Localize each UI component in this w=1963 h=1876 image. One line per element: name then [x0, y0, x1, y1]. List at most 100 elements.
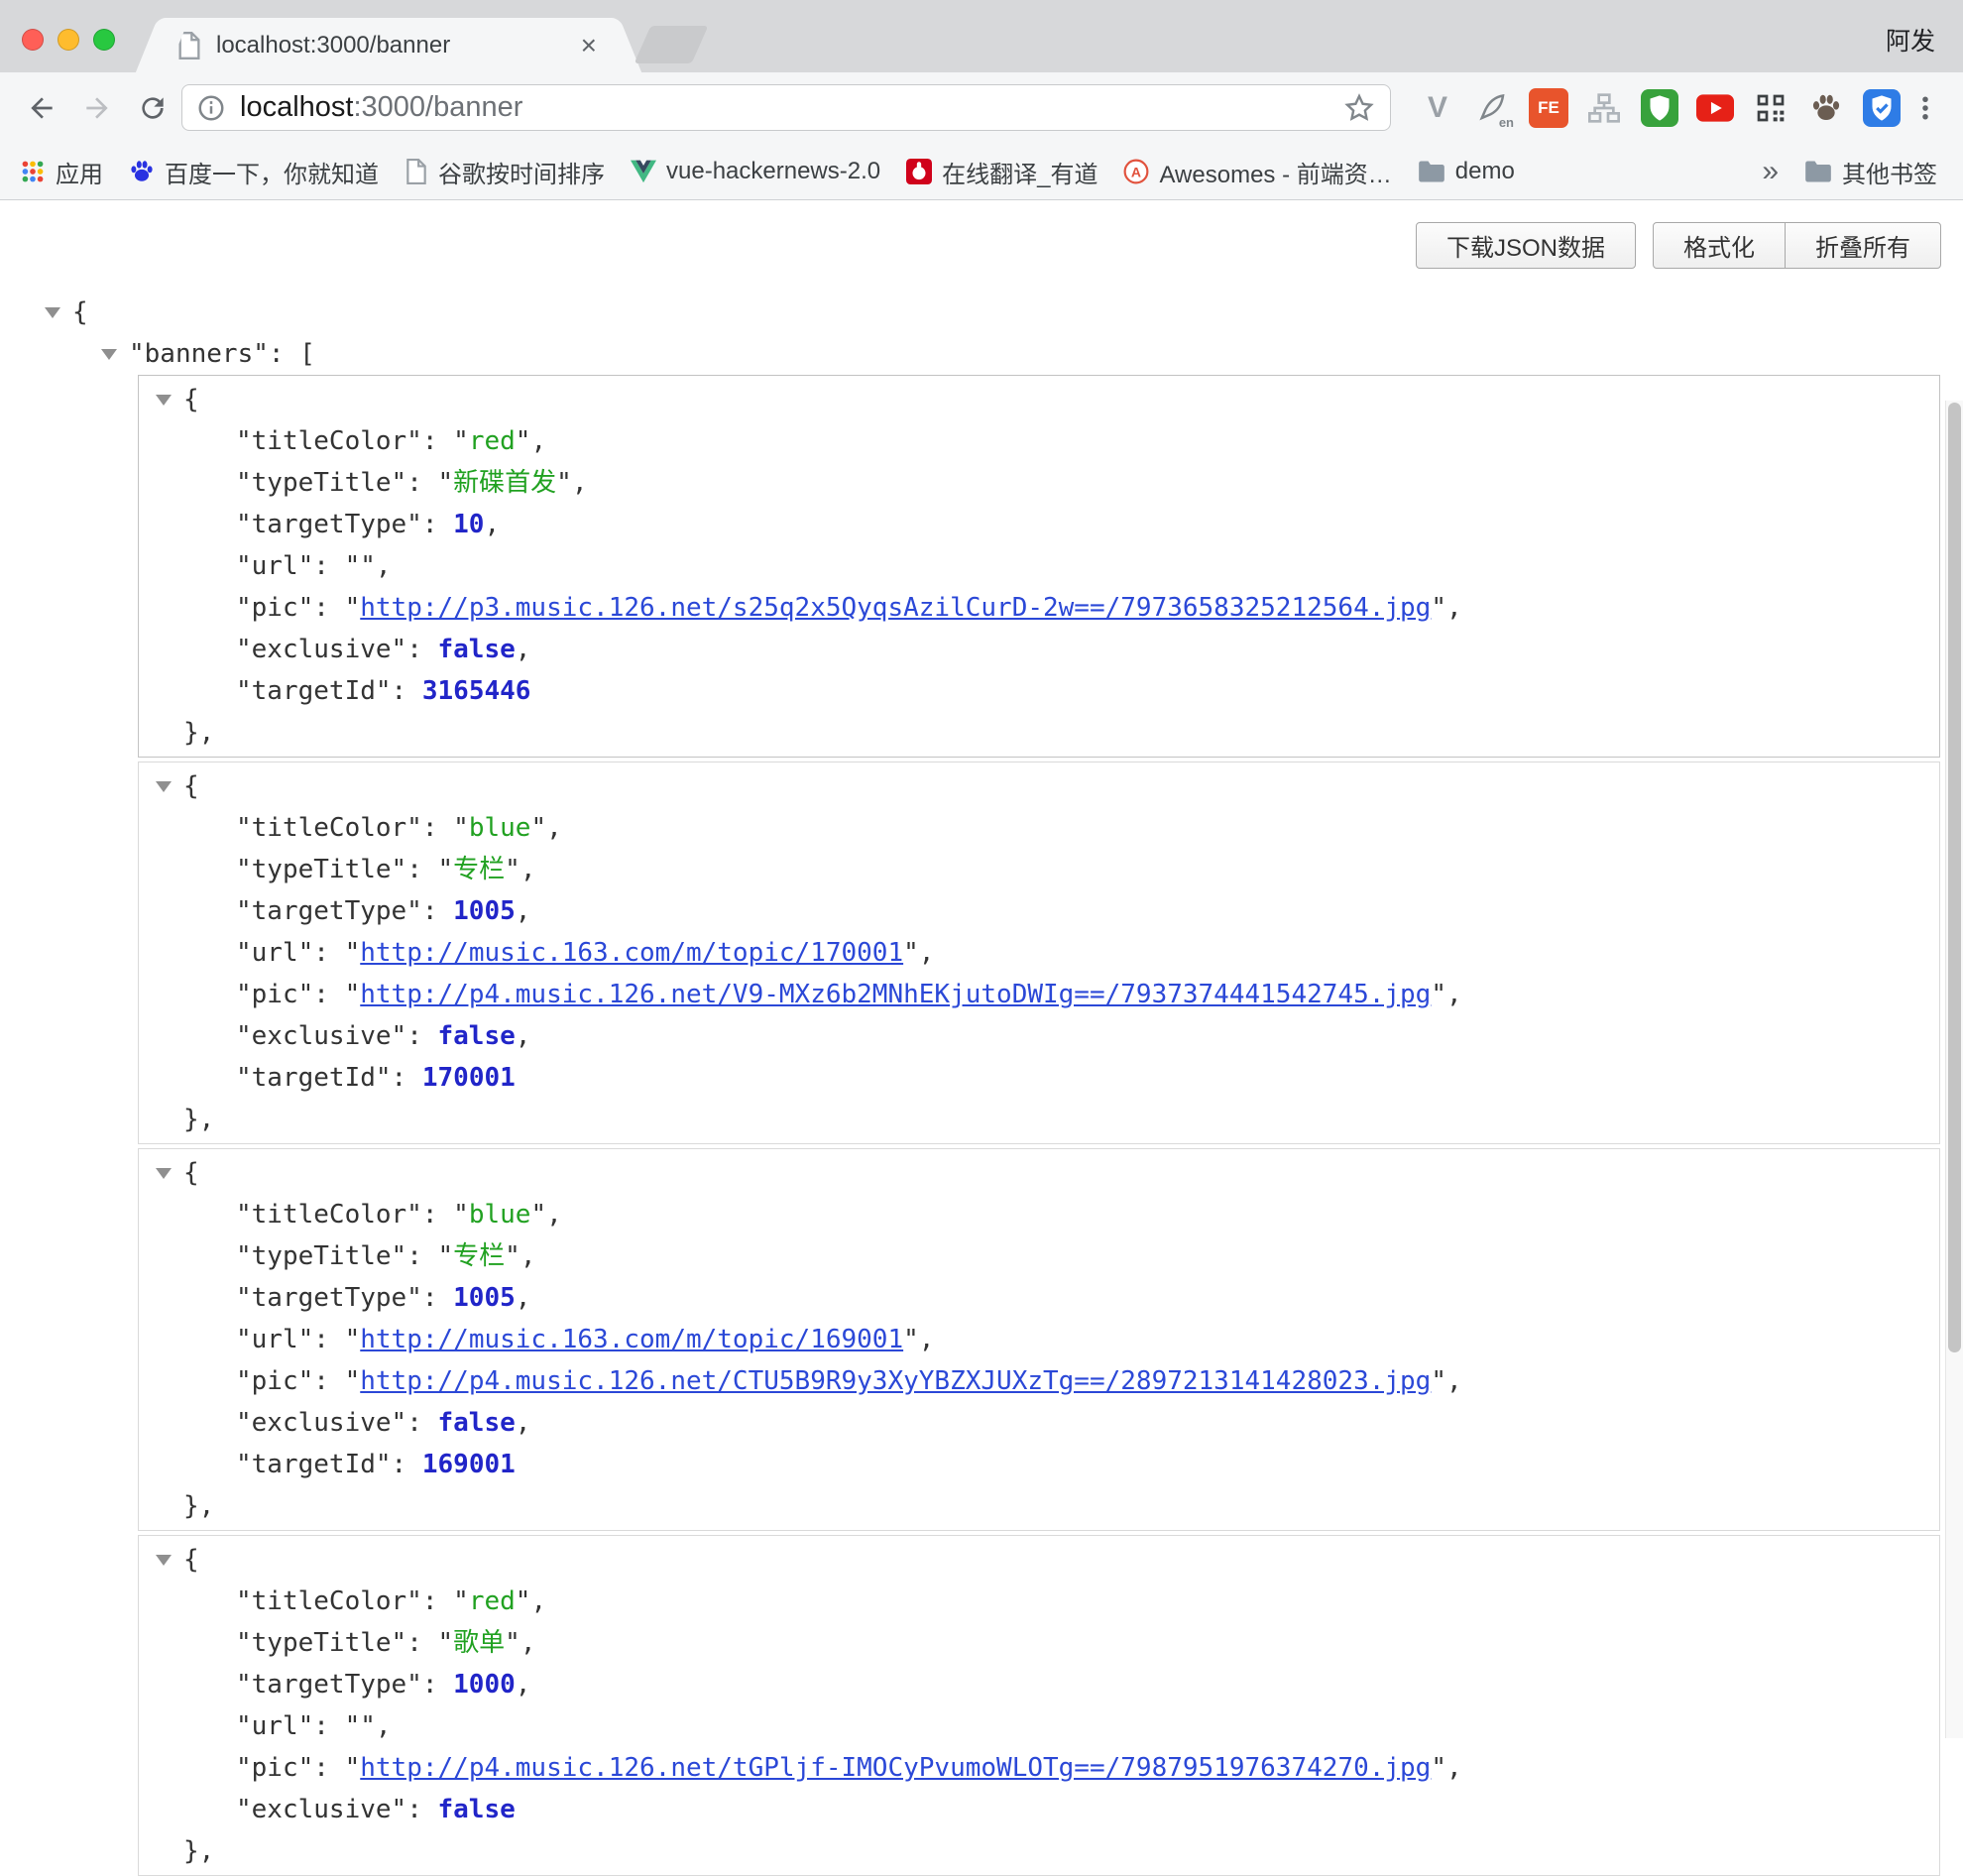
url-text[interactable]: localhost:3000/banner	[240, 91, 1342, 124]
profile-name[interactable]: 阿发	[1886, 22, 1935, 58]
new-tab-button[interactable]	[635, 26, 709, 63]
browser-toolbar: localhost:3000/banner Ven FE	[0, 72, 1963, 144]
json-tree: {"banners": [{"titleColor": "red","typeT…	[0, 200, 1963, 1876]
fehelper-icon[interactable]: FE	[1529, 88, 1568, 128]
page-content: 下载JSON数据 格式化 折叠所有 {"banners": [{"titleCo…	[0, 200, 1963, 1738]
scrollbar-thumb[interactable]	[1948, 403, 1961, 1352]
json-object-box: {"titleColor": "red","typeTitle": "歌单","…	[138, 1535, 1940, 1876]
minimize-window-button[interactable]	[58, 29, 79, 51]
address-bar[interactable]: localhost:3000/banner	[181, 84, 1391, 131]
forward-icon[interactable]	[69, 80, 125, 136]
chrome-menu-icon[interactable]	[1904, 72, 1947, 144]
json-url-link[interactable]: http://p4.music.126.net/CTU5B9R9y3XyYBZX…	[360, 1366, 1431, 1396]
json-line: "titleColor": "blue",	[139, 807, 1939, 849]
youtube-icon[interactable]	[1695, 88, 1735, 128]
json-line: "url": "http://music.163.com/m/topic/170…	[139, 932, 1939, 974]
json-object-box: {"titleColor": "blue","typeTitle": "专栏",…	[138, 762, 1940, 1144]
json-line: "pic": "http://p4.music.126.net/CTU5B9R9…	[139, 1360, 1939, 1402]
bookmark-item-baidu-paw[interactable]: 百度一下，你就知道	[129, 155, 379, 189]
green-shield-icon[interactable]	[1640, 88, 1679, 128]
youdao-dict-pen-icon[interactable]: en	[1473, 88, 1513, 128]
window-controls	[22, 29, 115, 51]
other-bookmarks-folder[interactable]: 其他书签	[1804, 155, 1937, 189]
json-line: "pic": "http://p4.music.126.net/V9-MXz6b…	[139, 974, 1939, 1015]
bookmark-label: demo	[1455, 158, 1515, 185]
other-bookmarks-label: 其他书签	[1842, 155, 1937, 189]
vue-icon	[631, 160, 656, 183]
bookmark-label: 百度一下，你就知道	[165, 155, 379, 189]
format-button[interactable]: 格式化	[1653, 222, 1786, 269]
json-line: },	[139, 1830, 1939, 1872]
json-line: {	[139, 379, 1939, 420]
page-scrollbar[interactable]	[1945, 401, 1963, 1738]
tab-title: localhost:3000/banner	[216, 32, 577, 59]
back-icon[interactable]	[14, 80, 69, 136]
json-url-link[interactable]: http://p4.music.126.net/tGPljf-IMOCyPvum…	[360, 1753, 1431, 1783]
json-line: },	[139, 1099, 1939, 1140]
json-line: "typeTitle": "新碟首发",	[139, 462, 1939, 504]
json-line: "typeTitle": "歌单",	[139, 1622, 1939, 1664]
collapse-toggle-icon[interactable]	[156, 781, 172, 792]
download-json-button[interactable]: 下载JSON数据	[1416, 222, 1636, 269]
json-line: {	[139, 1539, 1939, 1581]
awesomes-icon: A	[1123, 159, 1149, 184]
json-line: {	[0, 292, 1963, 333]
youdao-icon	[906, 159, 932, 184]
json-object-box: {"titleColor": "blue","typeTitle": "专栏",…	[138, 1148, 1940, 1531]
json-url-link[interactable]: http://p4.music.126.net/V9-MXz6b2MNhEKju…	[360, 980, 1431, 1009]
json-url-link[interactable]: http://p3.music.126.net/s25q2x5QyqsAzilC…	[360, 593, 1431, 623]
json-object-box: {"titleColor": "red","typeTitle": "新碟首发"…	[138, 375, 1940, 758]
collapse-toggle-icon[interactable]	[156, 1168, 172, 1179]
bookmark-item-apps-grid[interactable]: 应用	[20, 155, 103, 189]
collapse-all-button[interactable]: 折叠所有	[1785, 222, 1941, 269]
folder-icon	[1418, 160, 1445, 183]
bookmark-label: 在线翻译_有道	[942, 155, 1097, 189]
page-info-icon[interactable]	[196, 93, 226, 123]
json-line: },	[139, 712, 1939, 754]
json-line: "targetId": 169001	[139, 1444, 1939, 1485]
page-icon	[404, 159, 428, 184]
collapse-toggle-icon[interactable]	[45, 307, 60, 318]
json-line: "targetType": 1005,	[139, 890, 1939, 932]
json-line: "url": "",	[139, 545, 1939, 587]
json-line: {	[139, 1152, 1939, 1194]
baidu-paw-icon	[129, 159, 155, 184]
sitemap-icon[interactable]	[1584, 88, 1624, 128]
json-line: "exclusive": false,	[139, 1402, 1939, 1444]
json-line: "targetId": 3165446	[139, 670, 1939, 712]
bookmark-item-youdao[interactable]: 在线翻译_有道	[906, 155, 1097, 189]
json-url-link[interactable]: http://music.163.com/m/topic/169001	[360, 1325, 903, 1354]
json-line: "pic": "http://p4.music.126.net/tGPljf-I…	[139, 1747, 1939, 1789]
bookmark-item-awesomes[interactable]: AAwesomes - 前端资…	[1123, 155, 1391, 189]
json-line: "typeTitle": "专栏",	[139, 1235, 1939, 1277]
json-line: "url": "",	[139, 1705, 1939, 1747]
json-line: "targetType": 10,	[139, 504, 1939, 545]
blue-shield-icon[interactable]	[1862, 88, 1902, 128]
collapse-toggle-icon[interactable]	[156, 395, 172, 406]
bookmark-label: vue-hackernews-2.0	[666, 158, 880, 185]
browser-tab[interactable]: localhost:3000/banner ×	[163, 18, 615, 72]
bookmark-item-vue[interactable]: vue-hackernews-2.0	[631, 158, 880, 185]
svg-text:A: A	[1131, 164, 1141, 179]
vimium-icon[interactable]: V	[1418, 88, 1457, 128]
qrcode-icon[interactable]	[1751, 88, 1790, 128]
bookmark-item-page[interactable]: 谷歌按时间排序	[404, 155, 605, 189]
reload-icon[interactable]	[125, 80, 180, 136]
collapse-toggle-icon[interactable]	[101, 349, 117, 360]
json-url-link[interactable]: http://music.163.com/m/topic/170001	[360, 938, 903, 968]
bookmark-star-icon[interactable]	[1342, 91, 1376, 125]
url-path: :3000/banner	[353, 91, 522, 123]
paw-icon[interactable]	[1806, 88, 1846, 128]
json-line: "targetId": 170001	[139, 1057, 1939, 1099]
json-line: {	[139, 765, 1939, 807]
bookmark-label: 应用	[56, 155, 103, 189]
folder-icon	[1804, 160, 1832, 183]
bookmark-item-folder[interactable]: demo	[1418, 158, 1515, 185]
json-line: "banners": [	[0, 333, 1963, 375]
bookmarks-overflow-chevron[interactable]: »	[1746, 155, 1794, 188]
close-window-button[interactable]	[22, 29, 44, 51]
collapse-toggle-icon[interactable]	[156, 1555, 172, 1566]
tab-close-icon[interactable]: ×	[577, 32, 601, 59]
json-line: "exclusive": false,	[139, 629, 1939, 670]
zoom-window-button[interactable]	[93, 29, 115, 51]
